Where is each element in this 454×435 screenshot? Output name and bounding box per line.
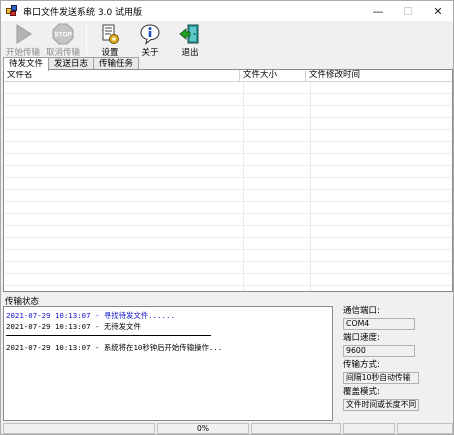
grid-line [310, 82, 311, 291]
status-bar-cell [397, 423, 453, 434]
pending-file-list[interactable]: 文件名 文件大小 文件修改时间 [3, 69, 453, 292]
minimize-button[interactable]: — [363, 1, 393, 21]
connection-info-panel: 通信端口: COM4 端口速度: 9600 传输方式: 间隔10秒自动传输 覆盖… [339, 306, 453, 421]
window-title: 串口文件发送系统 3.0 试用版 [23, 7, 143, 18]
tab-pending-files[interactable]: 待发文件 [3, 57, 50, 71]
mode-label: 传输方式: [343, 360, 380, 370]
toolbar-separator [86, 24, 87, 54]
grid-line [243, 82, 244, 291]
toolbar: 开始传输 STOP 取消传输 设置 关于 退出 [1, 21, 453, 58]
cancel-transfer-button[interactable]: STOP 取消传输 [43, 21, 83, 58]
port-label: 通信端口: [343, 306, 380, 316]
settings-button[interactable]: 设置 [90, 21, 130, 58]
column-header-filename[interactable]: 文件名 [4, 70, 240, 81]
column-header-modified-time[interactable]: 文件修改时间 [306, 70, 451, 81]
about-button[interactable]: 关于 [130, 21, 170, 58]
close-button[interactable]: ✕ [423, 1, 453, 21]
settings-document-icon [99, 23, 121, 45]
main-window: 串口文件发送系统 3.0 试用版 — ☐ ✕ 开始传输 STOP 取消传输 设置… [0, 0, 454, 435]
stop-sign-icon: STOP [52, 23, 74, 45]
exit-button[interactable]: 退出 [170, 21, 210, 58]
about-label: 关于 [141, 48, 159, 58]
log-line: 2021-07-29 10:13:07 - 无待发文件 [6, 322, 141, 331]
baud-value: 9600 [343, 345, 415, 357]
file-list-body[interactable] [4, 82, 452, 291]
exit-label: 退出 [181, 48, 199, 58]
status-bar-cell [343, 423, 395, 434]
title-bar[interactable]: 串口文件发送系统 3.0 试用版 — ☐ ✕ [1, 1, 453, 21]
exit-door-icon [179, 23, 201, 45]
play-icon [12, 23, 34, 45]
start-transfer-button[interactable]: 开始传输 [3, 21, 43, 58]
status-bar-cell [251, 423, 341, 434]
app-icon [6, 5, 18, 17]
status-bar: 0% [1, 423, 453, 435]
progress-percent: 0% [157, 423, 249, 434]
baud-label: 端口速度: [343, 333, 380, 343]
overwrite-label: 覆盖模式: [343, 387, 380, 397]
log-line: 2021-07-29 10:13:07 - 寻找待发文件...... [6, 311, 175, 320]
maximize-button[interactable]: ☐ [393, 1, 423, 21]
port-value: COM4 [343, 318, 415, 330]
svg-text:STOP: STOP [54, 32, 72, 39]
status-bar-cell [3, 423, 155, 434]
overwrite-value: 文件时间或长度不同 [343, 399, 419, 411]
mode-value: 间隔10秒自动传输 [343, 372, 419, 384]
column-header-filesize[interactable]: 文件大小 [240, 70, 306, 81]
file-list-header: 文件名 文件大小 文件修改时间 [4, 70, 452, 82]
log-line: 2021-07-29 10:13:07 - 系统将在10秒钟后开始传输操作... [6, 343, 223, 352]
info-icon [139, 23, 161, 45]
log-separator [6, 335, 211, 336]
status-log-box[interactable]: 2021-07-29 10:13:07 - 寻找待发文件...... 2021-… [3, 306, 333, 421]
